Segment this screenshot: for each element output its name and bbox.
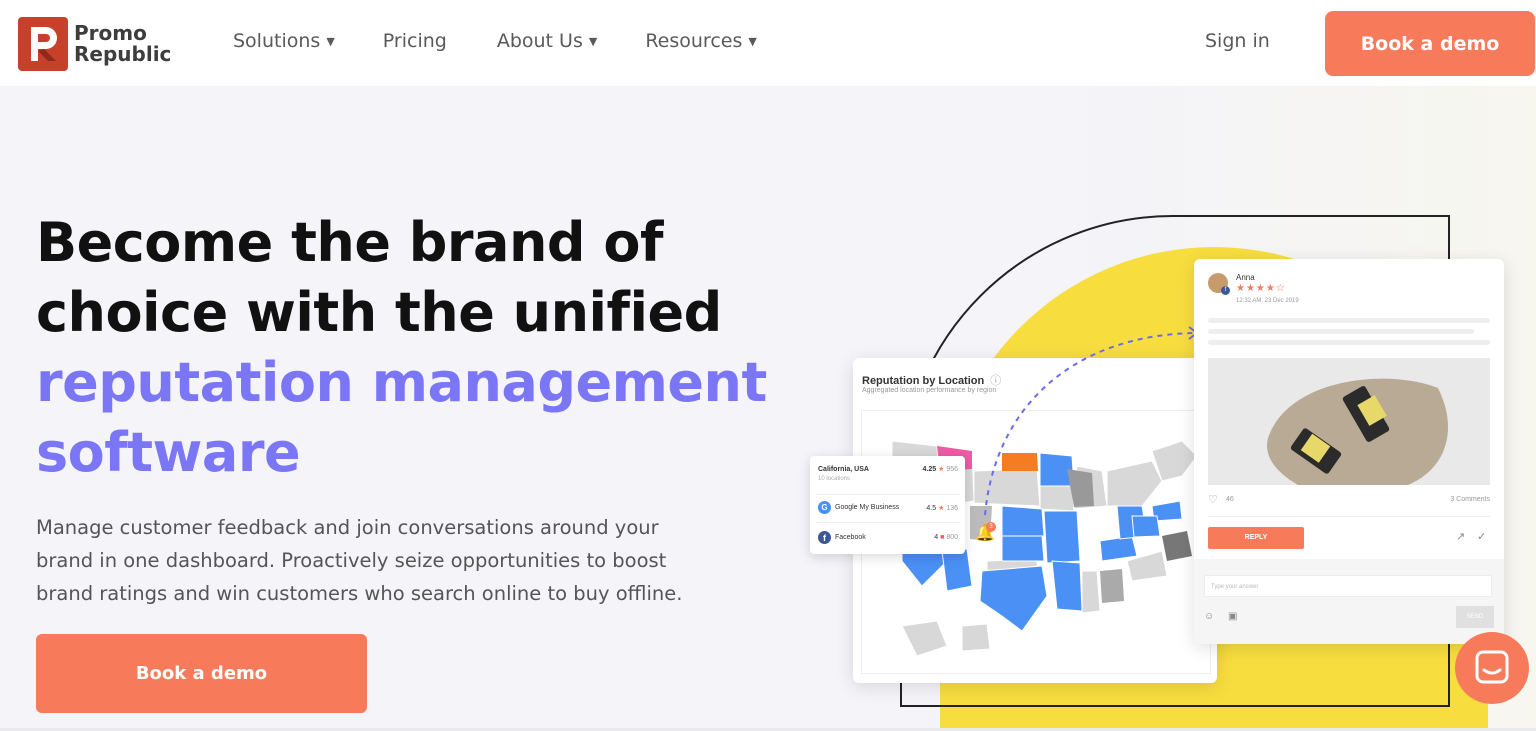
nav-resources-label: Resources bbox=[645, 30, 743, 52]
headline-line1: Become the brand of bbox=[36, 211, 663, 274]
dashed-connector-arrow bbox=[984, 326, 1199, 516]
review-author: Anna bbox=[1236, 273, 1255, 282]
facebook-count: 800 bbox=[946, 534, 958, 541]
review-icon: ■ bbox=[940, 534, 945, 541]
map-card-title-text: Reputation by Location bbox=[862, 375, 985, 387]
reply-button[interactable]: REPLY bbox=[1208, 527, 1304, 549]
google-icon: G bbox=[818, 501, 831, 514]
nav-pricing[interactable]: Pricing bbox=[383, 30, 447, 52]
facebook-rating: 4 bbox=[934, 534, 939, 541]
text-placeholder-line bbox=[1208, 340, 1490, 345]
logo-mark-icon bbox=[18, 17, 68, 71]
chat-icon bbox=[1475, 650, 1509, 684]
emoji-icon[interactable]: ☺ bbox=[1204, 611, 1214, 622]
location-row: California, USA 4.25 ★ 956 bbox=[818, 465, 959, 474]
likes-count: 46 bbox=[1226, 496, 1234, 503]
location-summary-card: California, USA 4.25 ★ 956 10 locations … bbox=[810, 456, 965, 554]
text-placeholder-line bbox=[1208, 318, 1490, 323]
product-photo bbox=[1208, 358, 1490, 485]
gmb-name: Google My Business bbox=[835, 504, 900, 511]
nav-solutions-label: Solutions bbox=[233, 30, 321, 52]
check-circle-icon[interactable]: ✓ bbox=[1477, 530, 1486, 543]
image-icon[interactable]: ▣ bbox=[1228, 611, 1237, 622]
review-card: f Anna ★★★★☆ 12:32 AM, 23 Dec 2019 ♡ 46 … bbox=[1194, 259, 1504, 644]
desc-line3: brand ratings and win customers who sear… bbox=[36, 582, 683, 605]
hero-headline: Become the brand of choice with the unif… bbox=[36, 208, 796, 488]
book-demo-header-button[interactable]: Book a demo bbox=[1325, 11, 1535, 76]
headline-accent1: reputation management bbox=[36, 351, 767, 414]
divider bbox=[816, 522, 960, 523]
logo-line2: Republic bbox=[74, 42, 172, 66]
logo-line1: Promo bbox=[74, 21, 147, 45]
sign-in-link[interactable]: Sign in bbox=[1205, 30, 1270, 52]
review-time: 12:32 AM, 23 Dec 2019 bbox=[1236, 298, 1299, 304]
desc-line2: brand in one dashboard. Proactively seiz… bbox=[36, 549, 667, 572]
location-rating-group: 4.25 ★ 956 bbox=[923, 465, 959, 473]
send-button[interactable]: SEND bbox=[1456, 606, 1494, 628]
desc-line1: Manage customer feedback and join conver… bbox=[36, 516, 659, 539]
chevron-down-icon: ▼ bbox=[326, 34, 335, 48]
star-icon: ★ bbox=[938, 504, 945, 512]
divider bbox=[816, 494, 960, 495]
nav-pricing-label: Pricing bbox=[382, 30, 447, 52]
like-icon[interactable]: ♡ bbox=[1208, 493, 1218, 506]
hero-description: Manage customer feedback and join conver… bbox=[36, 511, 756, 610]
facebook-icon: f bbox=[818, 531, 831, 544]
chat-widget-button[interactable] bbox=[1455, 632, 1529, 704]
comments-count[interactable]: 3 Comments bbox=[1450, 496, 1490, 503]
text-placeholder-line bbox=[1208, 329, 1474, 334]
logo-text: Promo Republic bbox=[74, 23, 171, 65]
external-link-icon[interactable]: ↗ bbox=[1456, 530, 1465, 543]
book-demo-hero-button[interactable]: Book a demo bbox=[36, 634, 367, 713]
gmb-rating: 4.5 bbox=[926, 504, 937, 512]
divider bbox=[1208, 516, 1490, 517]
star-icon: ★ bbox=[938, 466, 945, 473]
location-count: 956 bbox=[946, 466, 958, 473]
nav-about-label: About Us bbox=[496, 30, 583, 52]
location-name: California, USA bbox=[818, 465, 869, 473]
headline-line2: choice with the unified bbox=[36, 281, 722, 344]
gmb-count: 136 bbox=[946, 504, 958, 512]
reply-input[interactable]: Type your answer bbox=[1204, 575, 1492, 597]
star-rating: ★★★★☆ bbox=[1236, 283, 1286, 294]
facebook-name: Facebook bbox=[835, 534, 866, 541]
chevron-down-icon: ▼ bbox=[588, 34, 598, 48]
nav-about-us[interactable]: About Us ▼ bbox=[497, 30, 598, 52]
chevron-down-icon: ▼ bbox=[748, 34, 757, 48]
main-nav: Solutions ▼ Pricing About Us ▼ Resources… bbox=[233, 30, 805, 52]
location-sub: 10 locations bbox=[818, 476, 851, 482]
facebook-icon: f bbox=[1221, 286, 1230, 295]
nav-resources[interactable]: Resources ▼ bbox=[645, 30, 757, 52]
site-header: Promo Republic Solutions ▼ Pricing About… bbox=[0, 0, 1536, 86]
logo[interactable]: Promo Republic bbox=[18, 16, 188, 72]
gmb-row: G Google My Business 4.5 ★ 136 bbox=[818, 501, 958, 514]
location-rating: 4.25 bbox=[922, 466, 937, 473]
headline-accent2: software bbox=[36, 421, 301, 484]
nav-solutions[interactable]: Solutions ▼ bbox=[233, 30, 335, 52]
facebook-row: f Facebook 4 ■ 800 bbox=[818, 531, 958, 544]
